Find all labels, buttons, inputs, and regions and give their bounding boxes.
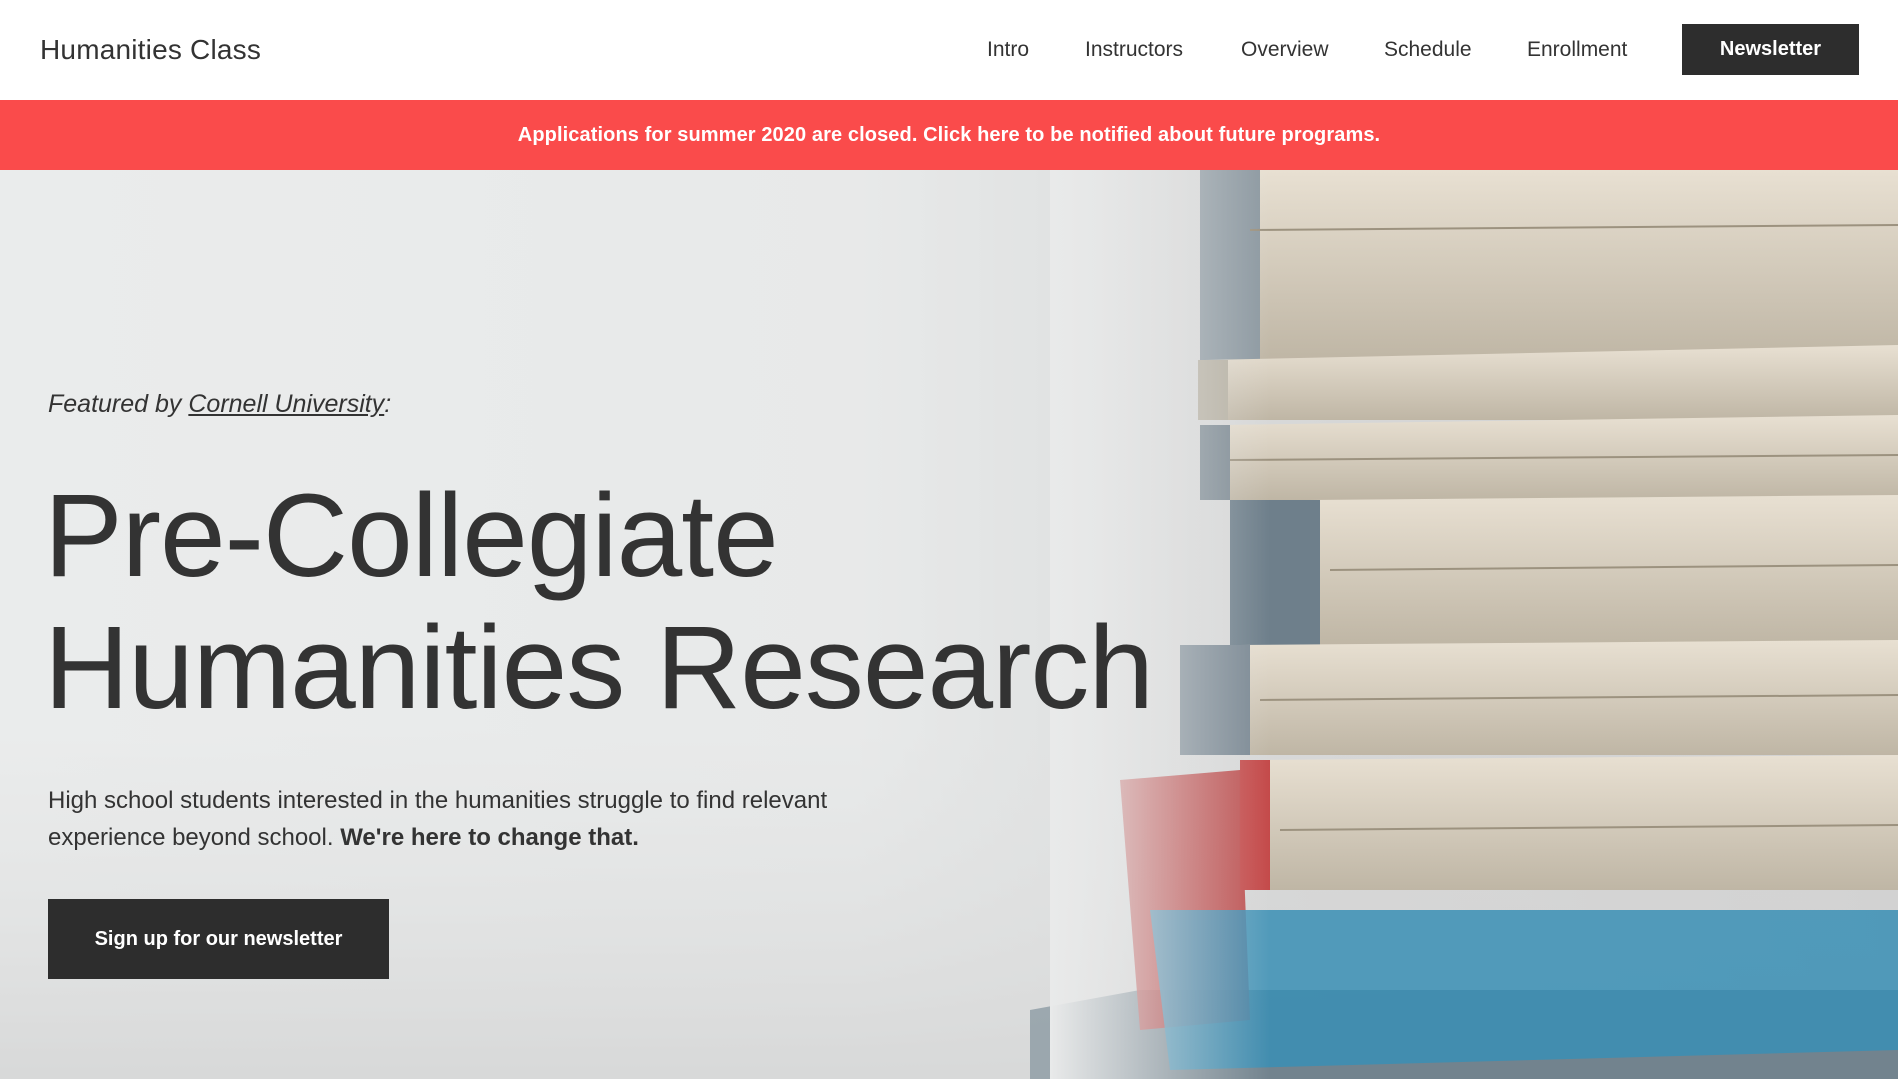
- nav-instructors[interactable]: Instructors: [1085, 38, 1183, 62]
- newsletter-signup-button[interactable]: Sign up for our newsletter: [48, 899, 389, 979]
- cornell-university-link[interactable]: Cornell University: [188, 390, 384, 418]
- announcement-link[interactable]: Applications for summer 2020 are closed.…: [518, 124, 1380, 147]
- hero-description-emphasis: We're here to change that.: [340, 824, 639, 851]
- page-title-line-2: Humanities Research: [44, 602, 1154, 734]
- nav-enrollment[interactable]: Enrollment: [1527, 38, 1627, 62]
- site-header: Humanities Class Intro Instructors Overv…: [0, 0, 1898, 100]
- featured-by-text: Featured by Cornell University:: [48, 390, 391, 419]
- main-nav: Intro Instructors Overview Schedule Enro…: [0, 0, 1898, 100]
- hero-description: High school students interested in the h…: [48, 782, 888, 856]
- nav-schedule[interactable]: Schedule: [1384, 38, 1472, 62]
- page-title: Pre-Collegiate Humanities Research: [44, 470, 1344, 734]
- hero-section: Featured by Cornell University: Pre-Coll…: [0, 170, 1898, 1079]
- nav-overview[interactable]: Overview: [1241, 38, 1329, 62]
- nav-intro[interactable]: Intro: [987, 38, 1029, 62]
- newsletter-button[interactable]: Newsletter: [1682, 24, 1859, 75]
- featured-suffix: :: [384, 390, 392, 418]
- announcement-banner: Applications for summer 2020 are closed.…: [0, 100, 1898, 170]
- page-title-line-1: Pre-Collegiate: [44, 470, 779, 602]
- featured-prefix: Featured by: [48, 390, 189, 418]
